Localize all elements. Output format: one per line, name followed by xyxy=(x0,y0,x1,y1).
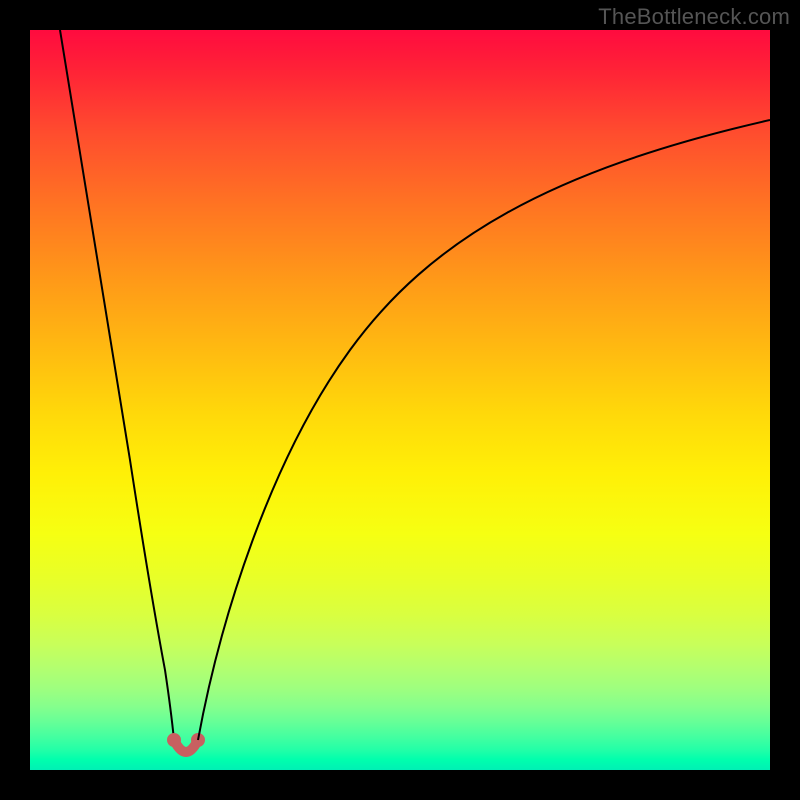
left-branch-curve xyxy=(60,30,174,740)
right-branch-curve xyxy=(198,120,770,740)
minimum-left-dot xyxy=(168,734,180,746)
plot-area xyxy=(30,30,770,770)
curve-layer xyxy=(30,30,770,770)
watermark-text: TheBottleneck.com xyxy=(598,4,790,30)
page-root: TheBottleneck.com xyxy=(0,0,800,800)
